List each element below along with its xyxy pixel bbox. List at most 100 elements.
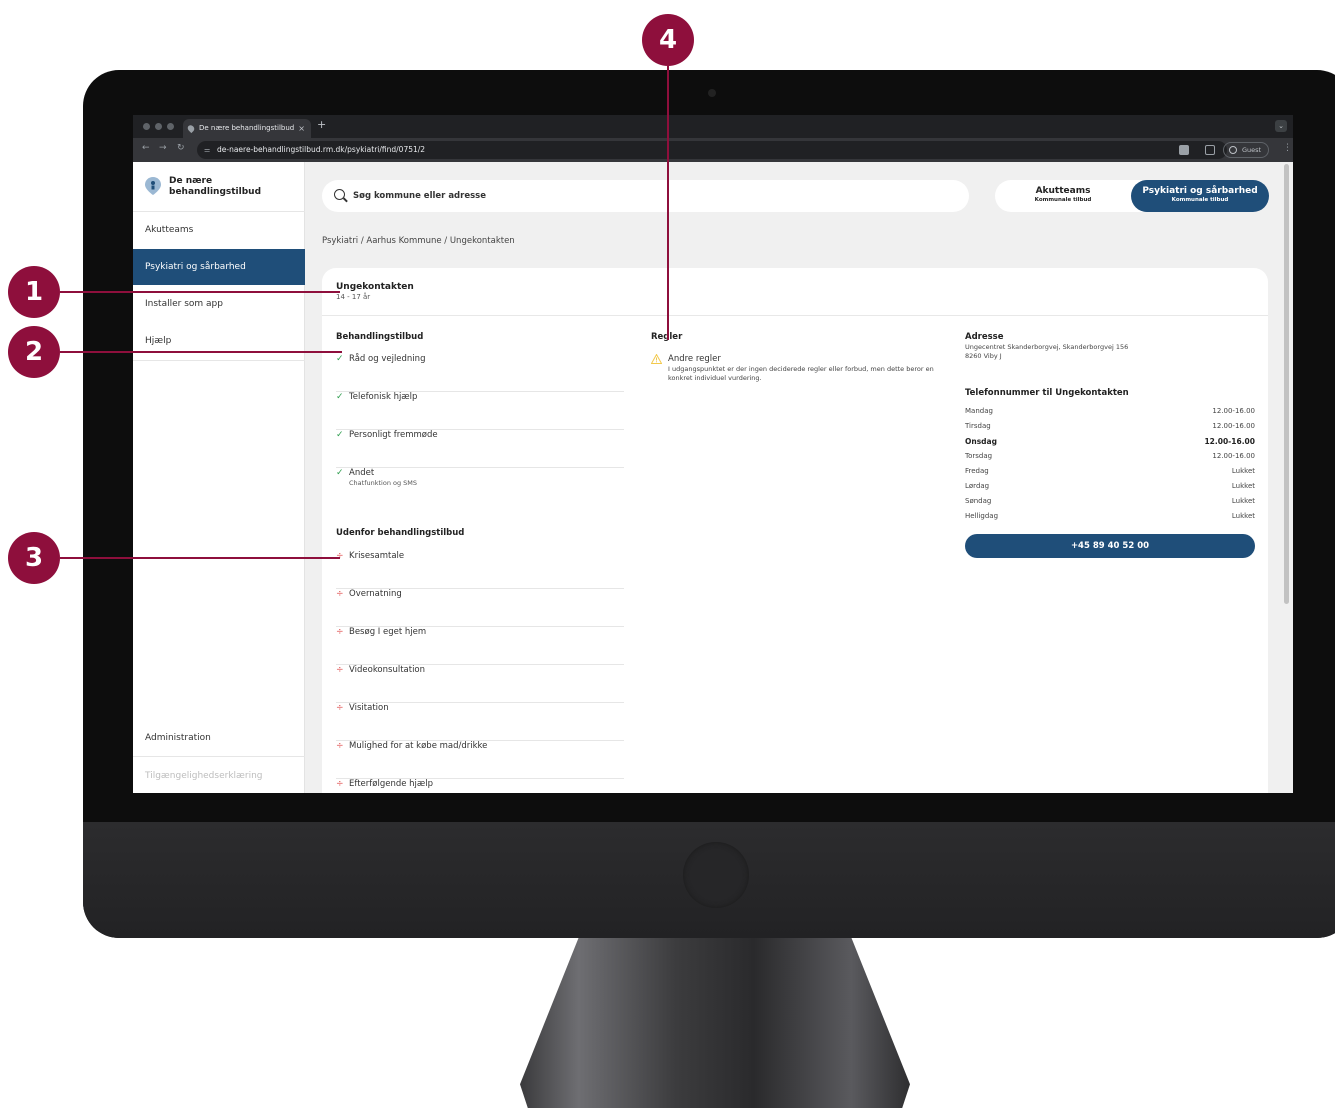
service-label: Videokonsultation (349, 665, 426, 675)
time-value: Lukket (1231, 497, 1255, 505)
service-label: Andet (349, 468, 375, 478)
place-name: Ungekontakten (336, 282, 414, 292)
callout-badge: 4 (642, 14, 694, 66)
outside-heading: Udenfor behandlingstilbud (336, 528, 465, 538)
cross-icon: ÷ (336, 741, 344, 751)
maximize-window-icon[interactable] (167, 123, 174, 130)
sidebar-item-akutteams[interactable]: Akutteams (133, 212, 305, 248)
toggle-psykiatri-subtitle: Kommunale tilbud (1171, 197, 1229, 203)
service-label: Efterfølgende hjælp (349, 779, 434, 789)
guest-label: Guest (1242, 146, 1262, 154)
time-value: Lukket (1231, 482, 1255, 490)
place-age: 14 - 17 år (336, 293, 371, 301)
translate-icon[interactable] (1179, 145, 1189, 155)
day-label: Torsdag (965, 452, 993, 460)
url-text: de-naere-behandlingstilbud.rm.dk/psykiat… (217, 145, 426, 154)
day-label: Tirsdag (965, 422, 991, 430)
cross-icon: ÷ (336, 589, 344, 599)
check-icon: ✓ (336, 468, 344, 478)
forward-arrow-icon[interactable]: → (159, 143, 167, 153)
rule-text: I udgangspunktet er der ingen deciderede… (668, 365, 934, 382)
table-row: Helligdag Lukket (965, 512, 1255, 524)
list-item: ÷ Visitation (336, 703, 624, 741)
side-panel-icon[interactable] (1205, 145, 1215, 155)
minimize-window-icon[interactable] (155, 123, 162, 130)
table-row: Lørdag Lukket (965, 482, 1255, 494)
service-label: Mulighed for at købe mad/drikke (349, 741, 488, 751)
apple-logo-icon (683, 842, 749, 908)
service-sublabel: Chatfunktion og SMS (349, 479, 418, 487)
search-input[interactable]: Søg kommune eller adresse (322, 180, 969, 212)
offers-heading: Behandlingstilbud (336, 332, 424, 342)
web-page: De nære behandlingstilbud Akutteams Psyk… (133, 162, 1293, 793)
site-settings-icon[interactable]: ⚌ (204, 141, 210, 159)
sidebar-item-psykiatri[interactable]: Psykiatri og sårbarhed (133, 249, 305, 285)
list-item: ÷ Overnatning (336, 589, 624, 627)
camera-icon (708, 89, 716, 97)
sidebar-item-help[interactable]: Hjælp (133, 323, 305, 359)
callout-badge: 2 (8, 326, 60, 378)
tab-search-chevron-icon[interactable]: ⌄ (1275, 120, 1287, 132)
address-line: 8260 Viby J (965, 352, 1002, 360)
time-value: 12.00-16.00 (1212, 407, 1255, 415)
callout-badge: 3 (8, 532, 60, 584)
details-card: Ungekontakten 14 - 17 år Behandlingstilb… (322, 268, 1268, 793)
toggle-akutteams[interactable]: Akutteams Kommunale tilbud (995, 180, 1131, 212)
back-arrow-icon[interactable]: ← (142, 143, 150, 153)
toggle-akutteams-title: Akutteams (1035, 186, 1091, 196)
list-item: ✓ Telefonisk hjælp (336, 392, 624, 430)
browser-tab[interactable]: De nære behandlingstilbud × (183, 119, 311, 138)
table-row: Onsdag 12.00-16.00 (965, 437, 1255, 449)
call-phone-button[interactable]: +45 89 40 52 00 (965, 534, 1255, 558)
scrollbar[interactable] (1284, 164, 1289, 604)
toggle-akutteams-subtitle: Kommunale tilbud (1034, 197, 1092, 203)
callout-badge: 1 (8, 266, 60, 318)
time-value: 12.00-16.00 (1204, 437, 1255, 446)
rule-title: Andre regler (668, 354, 721, 364)
tab-title: De nære behandlingstilbud (199, 124, 295, 132)
browser-toolbar: ← → ↻ ⚌ de-naere-behandlingstilbud.rm.dk… (133, 138, 1293, 162)
reload-icon[interactable]: ↻ (177, 143, 185, 153)
table-row: Fredag Lukket (965, 467, 1255, 479)
toggle-psykiatri-title: Psykiatri og sårbarhed (1142, 186, 1258, 196)
service-label: Besøg I eget hjem (349, 627, 427, 637)
day-label: Søndag (965, 497, 992, 505)
callout-line (667, 66, 669, 340)
table-row: Torsdag 12.00-16.00 (965, 452, 1255, 464)
time-value: Lukket (1231, 512, 1255, 520)
list-item: ÷ Videokonsultation (336, 665, 624, 703)
service-label: Personligt fremmøde (349, 430, 438, 440)
cross-icon: ÷ (336, 779, 344, 789)
callout-line (60, 557, 340, 559)
close-window-icon[interactable] (143, 123, 150, 130)
sidebar-divider (133, 360, 305, 361)
time-value: 12.00-16.00 (1212, 452, 1255, 460)
sidebar-divider (133, 756, 305, 757)
guest-profile-button[interactable]: Guest (1223, 142, 1269, 158)
address-heading: Adresse (965, 332, 1004, 342)
list-item: ✓ Råd og vejledning (336, 354, 624, 392)
breadcrumb[interactable]: Psykiatri / Aarhus Kommune / Ungekontakt… (322, 236, 515, 246)
new-tab-icon[interactable]: + (317, 118, 326, 131)
browser-menu-icon[interactable]: ⋮ (1283, 143, 1292, 153)
table-row: Tirsdag 12.00-16.00 (965, 422, 1255, 434)
logo-text[interactable]: De nære behandlingstilbud (169, 176, 289, 198)
list-item: ✓ Personligt fremmøde (336, 430, 624, 468)
check-icon: ✓ (336, 430, 344, 440)
browser-tab-bar: De nære behandlingstilbud × + ⌄ (133, 115, 1293, 138)
search-placeholder: Søg kommune eller adresse (353, 191, 486, 201)
table-row: Søndag Lukket (965, 497, 1255, 509)
service-label: Råd og vejledning (349, 354, 426, 364)
day-label: Fredag (965, 467, 989, 475)
day-label: Lørdag (965, 482, 990, 490)
service-label: Krisesamtale (349, 551, 405, 561)
address-bar[interactable]: ⚌ de-naere-behandlingstilbud.rm.dk/psyki… (197, 141, 1227, 159)
list-item: ÷ Mulighed for at købe mad/drikke (336, 741, 624, 779)
tab-close-icon[interactable]: × (298, 119, 305, 138)
check-icon: ✓ (336, 392, 344, 402)
check-icon: ✓ (336, 354, 344, 364)
day-label: Mandag (965, 407, 993, 415)
sidebar-item-accessibility[interactable]: Tilgængelighedserklæring (145, 771, 263, 781)
toggle-psykiatri[interactable]: Psykiatri og sårbarhed Kommunale tilbud (1131, 180, 1269, 212)
sidebar-item-administration[interactable]: Administration (145, 733, 211, 743)
